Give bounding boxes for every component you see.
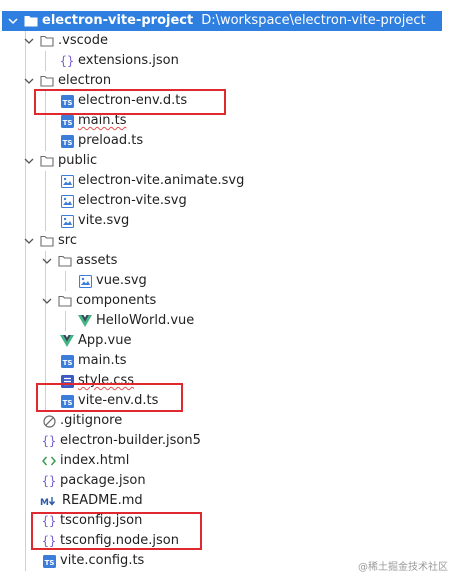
tree-item-label: vite.config.ts — [60, 553, 145, 568]
tree-item-label: .vscode — [58, 33, 108, 48]
json-file-icon: {} — [42, 434, 56, 448]
tree-file-vue-svg[interactable]: vue.svg — [0, 271, 456, 291]
highlight-box — [34, 89, 226, 115]
image-file-icon — [60, 214, 74, 228]
svg-text:{}: {} — [60, 54, 74, 68]
tree-folder-components[interactable]: components — [0, 291, 456, 311]
json-file-icon: {} — [60, 54, 74, 68]
tree-item-label: electron — [58, 73, 112, 88]
svg-text:TS: TS — [62, 139, 72, 147]
root-label: electron-vite-project — [42, 13, 194, 28]
tree-item-label: electron-vite.animate.svg — [78, 173, 245, 188]
tree-item-label: index.html — [60, 453, 130, 468]
chevron-down-icon[interactable] — [7, 15, 19, 27]
svg-text:TS: TS — [44, 559, 54, 567]
tree-item-label: preload.ts — [78, 133, 144, 148]
tree-file-readme-md[interactable]: M README.md — [0, 491, 456, 511]
json-file-icon: {} — [42, 474, 56, 488]
highlight-box — [36, 383, 183, 412]
tree-file-src-main-ts[interactable]: TS main.ts — [0, 351, 456, 371]
tree-item-label: assets — [76, 253, 118, 268]
markdown-file-icon: M — [40, 494, 58, 508]
tree-folder-public[interactable]: public — [0, 151, 456, 171]
watermark: @稀土掘金技术社区 — [358, 562, 448, 573]
svg-text:TS: TS — [62, 359, 72, 367]
tree-file-vite-svg[interactable]: vite.svg — [0, 211, 456, 231]
html-file-icon — [42, 454, 56, 468]
folder-icon — [40, 154, 54, 168]
typescript-file-icon: TS — [60, 134, 74, 148]
tree-file-extensions-json[interactable]: {} extensions.json — [0, 51, 456, 71]
tree-file-app-vue[interactable]: App.vue — [0, 331, 456, 351]
tree-item-label: README.md — [62, 493, 143, 508]
chevron-down-icon[interactable] — [23, 155, 35, 167]
folder-icon — [58, 294, 72, 308]
folder-icon — [58, 254, 72, 268]
tree-item-label: components — [76, 293, 157, 308]
svg-text:M: M — [40, 498, 49, 507]
vue-file-icon — [78, 314, 92, 328]
svg-text:TS: TS — [62, 119, 72, 127]
tree-item-label: electron-vite.svg — [78, 193, 187, 208]
tree-file-gitignore[interactable]: .gitignore — [0, 411, 456, 431]
tree-file-electron-builder-json5[interactable]: {} electron-builder.json5 — [0, 431, 456, 451]
tree-file-preload-ts[interactable]: TS preload.ts — [0, 131, 456, 151]
tree-item-label: App.vue — [78, 333, 132, 348]
chevron-down-icon[interactable] — [23, 75, 35, 87]
tree-item-label: extensions.json — [78, 53, 179, 68]
tree-item-label: HelloWorld.vue — [96, 313, 195, 328]
typescript-file-icon: TS — [42, 554, 56, 568]
tree-item-label: public — [58, 153, 98, 168]
folder-icon — [40, 74, 54, 88]
tree-item-label: package.json — [60, 473, 146, 488]
tree-item-label: vite.svg — [78, 213, 130, 228]
chevron-down-icon[interactable] — [23, 35, 35, 47]
highlight-box — [31, 512, 202, 550]
ignore-file-icon — [42, 414, 56, 428]
chevron-down-icon[interactable] — [41, 295, 53, 307]
tree-item-label: electron-builder.json5 — [60, 433, 201, 448]
image-file-icon — [78, 274, 92, 288]
vue-file-icon — [60, 334, 74, 348]
tree-item-label: vue.svg — [96, 273, 147, 288]
image-file-icon — [60, 194, 74, 208]
folder-icon — [24, 14, 38, 28]
chevron-down-icon[interactable] — [41, 255, 53, 267]
tree-file-electron-vite-animate-svg[interactable]: electron-vite.animate.svg — [0, 171, 456, 191]
tree-root-item[interactable]: electron-vite-project D:\workspace\elect… — [2, 11, 442, 31]
tree-item-label: main.ts — [78, 353, 127, 368]
folder-icon — [40, 34, 54, 48]
tree-folder-vscode[interactable]: .vscode — [0, 31, 456, 51]
root-path: D:\workspace\electron-vite-project — [201, 13, 426, 28]
tree-file-electron-vite-svg[interactable]: electron-vite.svg — [0, 191, 456, 211]
tree-folder-assets[interactable]: assets — [0, 251, 456, 271]
tree-folder-src[interactable]: src — [0, 231, 456, 251]
typescript-file-icon: TS — [60, 114, 74, 128]
chevron-down-icon[interactable] — [23, 235, 35, 247]
tree-item-label: src — [58, 233, 77, 248]
typescript-file-icon: TS — [60, 354, 74, 368]
tree-folder-electron[interactable]: electron — [0, 71, 456, 91]
folder-icon — [40, 234, 54, 248]
tree-file-index-html[interactable]: index.html — [0, 451, 456, 471]
tree-file-package-json[interactable]: {} package.json — [0, 471, 456, 491]
tree-item-label: .gitignore — [60, 413, 123, 428]
svg-text:{}: {} — [42, 474, 56, 488]
image-file-icon — [60, 174, 74, 188]
tree-file-helloworld-vue[interactable]: HelloWorld.vue — [0, 311, 456, 331]
svg-text:{}: {} — [42, 434, 56, 448]
